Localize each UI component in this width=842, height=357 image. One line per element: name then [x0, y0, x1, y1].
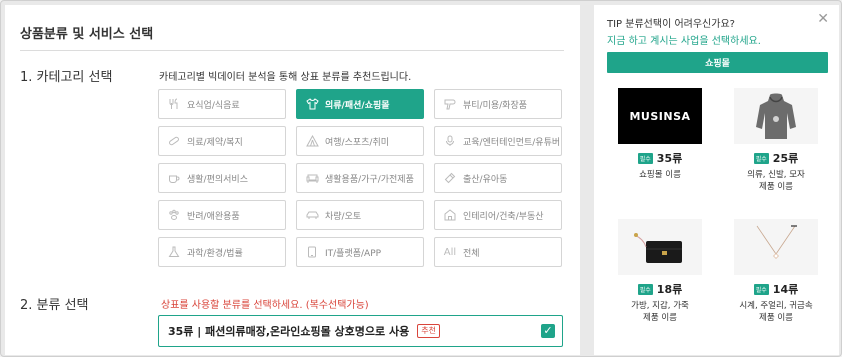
card-desc: 쇼핑몰 이름 — [639, 170, 681, 180]
monitor-icon — [305, 245, 319, 259]
shirt-icon — [305, 97, 319, 111]
category-all[interactable]: All 전체 — [434, 237, 562, 267]
category-food[interactable]: 요식업/식음료 — [158, 89, 286, 119]
category-grid: 요식업/식음료 의류/패션/쇼핑몰 뷰티/미용/화장품 의료/제약/복지 여행/… — [158, 89, 562, 267]
main-panel: 상품분류 및 서비스 선택 1. 카테고리 선택 카테고리별 빅데이터 분석을 … — [5, 5, 580, 355]
category-label: 교육/엔터테인먼트/유튜버 — [463, 137, 561, 148]
hoodie-image — [734, 88, 818, 144]
sofa-icon — [305, 171, 319, 185]
tip-title: TIP 분류선택이 어려우신가요? — [607, 19, 735, 30]
class-code: 14류 — [772, 283, 799, 296]
card-desc: 제품 이름 — [759, 182, 793, 192]
wallet-image — [618, 219, 702, 275]
recommend-badge: 추천 — [417, 324, 440, 338]
pill-icon — [167, 134, 181, 148]
category-vehicle[interactable]: 차량/오토 — [296, 200, 424, 230]
paw-icon — [167, 208, 181, 222]
category-label: 의료/제약/복지 — [187, 137, 243, 148]
category-household[interactable]: 생활용품/가구/가전제품 — [296, 163, 424, 193]
category-pet[interactable]: 반려/애완용품 — [158, 200, 286, 230]
category-label: 생활/편의서비스 — [187, 174, 248, 185]
card-desc: 가방, 지갑, 가죽 — [631, 301, 689, 311]
card-desc: 제품 이름 — [643, 313, 677, 323]
section-note: 상표를 사용할 분류를 선택하세요. (복수선택가능) — [161, 300, 369, 311]
category-travel[interactable]: 여행/스포츠/취미 — [296, 126, 424, 156]
required-badge: 필수 — [753, 283, 769, 295]
category-label: 뷰티/미용/화장품 — [463, 100, 528, 111]
bottle-icon — [443, 171, 457, 185]
category-label: 전체 — [463, 248, 480, 259]
category-baby[interactable]: 출산/유아동 — [434, 163, 562, 193]
category-label: 차량/오토 — [325, 211, 362, 222]
category-label: 출산/유아동 — [463, 174, 508, 185]
class-code: 35류 — [656, 152, 683, 165]
card-desc: 시계, 주얼리, 귀금속 — [739, 301, 813, 311]
required-badge: 필수 — [753, 152, 769, 164]
musinsa-logo-image: MUSINSA — [618, 88, 702, 144]
category-life-service[interactable]: 생활/편의서비스 — [158, 163, 286, 193]
class-code: 18류 — [656, 283, 683, 296]
class-code: 25류 — [772, 152, 799, 165]
category-label: 여행/스포츠/취미 — [325, 137, 390, 148]
page-title: 상품분류 및 서비스 선택 — [20, 27, 154, 42]
tip-card: 필수 18류 가방, 지갑, 가죽 제품 이름 — [605, 219, 715, 324]
section-label-class: 2. 분류 선택 — [20, 298, 89, 313]
tip-card: 필수 25류 의류, 신발, 모자 제품 이름 — [721, 88, 831, 193]
cup-icon — [167, 171, 181, 185]
section-description: 카테고리별 빅데이터 분석을 통해 상표 분류를 추천드립니다. — [159, 72, 412, 83]
category-interior[interactable]: 인테리어/건축/부동산 — [434, 200, 562, 230]
category-medical[interactable]: 의료/제약/복지 — [158, 126, 286, 156]
card-desc: 의류, 신발, 모자 — [747, 170, 805, 180]
required-badge: 필수 — [637, 283, 653, 295]
tip-card: 필수 14류 시계, 주얼리, 귀금속 제품 이름 — [721, 219, 831, 324]
category-science[interactable]: 과학/환경/법률 — [158, 237, 286, 267]
food-icon — [167, 97, 181, 111]
tent-icon — [305, 134, 319, 148]
category-education[interactable]: 교육/엔터테인먼트/유튜버 — [434, 126, 562, 156]
flask-icon — [167, 245, 181, 259]
class-option-label: 35류 | 패션의류매장,온라인쇼핑몰 상호명으로 사용 — [168, 325, 410, 338]
category-label: 반려/애완용품 — [187, 211, 240, 222]
checkbox-checked-icon[interactable]: ✓ — [541, 324, 555, 338]
required-badge: 필수 — [637, 152, 653, 164]
category-beauty[interactable]: 뷰티/미용/화장품 — [434, 89, 562, 119]
necklace-image — [734, 219, 818, 275]
category-label: 의류/패션/쇼핑몰 — [325, 100, 390, 111]
tip-panel: TIP 분류선택이 어려우신가요? 지금 하고 계시는 사업을 선택하세요. ✕… — [594, 5, 839, 355]
category-label: IT/플랫폼/APP — [325, 248, 382, 259]
microphone-icon — [443, 134, 457, 148]
tip-card: MUSINSA 필수 35류 쇼핑몰 이름 — [605, 88, 715, 181]
category-fashion[interactable]: 의류/패션/쇼핑몰 — [296, 89, 424, 119]
close-icon[interactable]: ✕ — [817, 11, 829, 27]
business-shoppingmall-button[interactable]: 쇼핑몰 — [607, 52, 828, 73]
category-it[interactable]: IT/플랫폼/APP — [296, 237, 424, 267]
building-icon — [443, 208, 457, 222]
card-desc: 제품 이름 — [759, 313, 793, 323]
category-label: 요식업/식음료 — [187, 100, 240, 111]
modal-frame: 상품분류 및 서비스 선택 1. 카테고리 선택 카테고리별 빅데이터 분석을 … — [0, 0, 842, 357]
category-label: 과학/환경/법률 — [187, 248, 243, 259]
car-icon — [305, 208, 319, 222]
section-label-category: 1. 카테고리 선택 — [20, 70, 113, 85]
divider — [20, 50, 564, 51]
category-label: 인테리어/건축/부동산 — [463, 211, 544, 222]
class-option-35[interactable]: 35류 | 패션의류매장,온라인쇼핑몰 상호명으로 사용 추천 ✓ — [158, 315, 563, 347]
all-icon: All — [443, 246, 457, 258]
category-label: 생활용품/가구/가전제품 — [325, 174, 414, 185]
tip-subtitle: 지금 하고 계시는 사업을 선택하세요. — [607, 36, 761, 47]
hairdryer-icon — [443, 97, 457, 111]
